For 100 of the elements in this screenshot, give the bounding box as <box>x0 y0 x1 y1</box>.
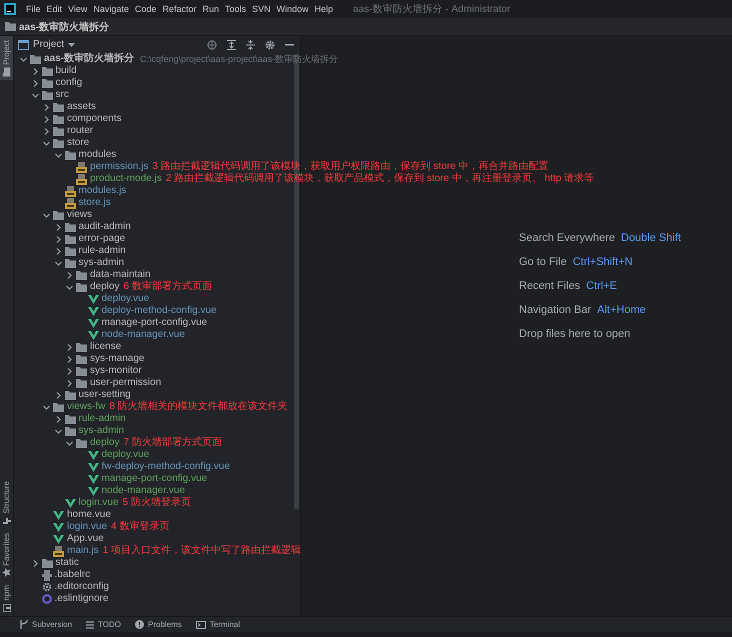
tree-item[interactable]: deploy.vue <box>102 449 150 461</box>
menu-item[interactable]: File <box>26 4 41 14</box>
tree-item[interactable]: build <box>56 65 77 77</box>
chevron-down-icon[interactable] <box>43 140 50 146</box>
tree-item[interactable]: static <box>56 557 79 569</box>
chevron-right-icon[interactable] <box>43 104 50 110</box>
chevron-right-icon[interactable] <box>32 80 38 86</box>
chevron-down-icon[interactable] <box>66 284 73 290</box>
chevron-down-icon[interactable] <box>66 440 73 446</box>
menu-item[interactable]: Navigate <box>93 4 129 14</box>
chevron-down-icon[interactable] <box>54 428 62 434</box>
chevron-down-icon[interactable] <box>32 92 38 98</box>
target-icon[interactable] <box>207 40 217 50</box>
tree-item[interactable]: aas-数审防火墙拆分 <box>44 53 134 65</box>
breadcrumb[interactable]: aas-数审防火墙拆分 <box>19 20 110 34</box>
chevron-right-icon[interactable] <box>66 272 73 278</box>
chevron-right-icon[interactable] <box>43 128 50 134</box>
tree-item[interactable]: views <box>67 209 92 221</box>
tree-item[interactable]: .editorconfig <box>54 581 109 593</box>
chevron-right-icon[interactable] <box>66 380 73 386</box>
menu-item[interactable]: SVN <box>252 4 270 14</box>
chevron-right-icon[interactable] <box>54 248 62 254</box>
chevron-down-icon[interactable] <box>43 404 50 410</box>
menu-item[interactable]: View <box>68 4 88 14</box>
menu-item[interactable]: Code <box>134 4 156 14</box>
menu-item[interactable]: Edit <box>46 4 62 14</box>
tree-item[interactable]: rule-admin <box>78 245 126 257</box>
tree-item[interactable]: src <box>56 89 69 101</box>
tree-item[interactable]: views-fw <box>67 401 106 413</box>
folder-icon <box>42 558 52 568</box>
tree-item[interactable]: sys-manage <box>90 353 144 365</box>
chevron-right-icon[interactable] <box>54 224 62 230</box>
tree-item[interactable]: node-manager.vue <box>102 329 185 341</box>
chevron-right-icon[interactable] <box>32 560 38 566</box>
tree-item[interactable]: login.vue <box>67 521 108 533</box>
chevron-right-icon[interactable] <box>54 236 62 242</box>
tool-window-button[interactable]: Subversion <box>20 620 72 629</box>
tree-item[interactable]: fw-deploy-method-config.vue <box>102 461 230 473</box>
chevron-right-icon[interactable] <box>66 344 73 350</box>
tool-window-button[interactable]: Problems <box>135 620 182 629</box>
tree-item[interactable]: main.js <box>67 545 99 557</box>
chevron-right-icon[interactable] <box>54 416 62 422</box>
tool-window-tab[interactable]: npm <box>0 581 13 616</box>
tree-item[interactable]: home.vue <box>67 509 111 521</box>
tree-item[interactable]: manage-port-config.vue <box>102 473 208 485</box>
tree-item[interactable]: router <box>67 125 94 137</box>
chevron-right-icon[interactable] <box>66 356 73 362</box>
chevron-right-icon[interactable] <box>32 68 38 74</box>
chevron-right-icon[interactable] <box>54 392 62 398</box>
tool-window-tab[interactable]: Favorites <box>0 528 13 582</box>
tree-item[interactable]: sys-monitor <box>90 365 142 377</box>
tree-item[interactable]: store.js <box>78 197 111 209</box>
tool-window-button[interactable]: Terminal <box>196 620 240 629</box>
tree-item[interactable]: login.vue <box>78 497 119 509</box>
tree-item[interactable]: store <box>67 137 90 149</box>
tree-item[interactable]: rule-admin <box>78 413 126 425</box>
tree-item[interactable]: license <box>90 341 122 353</box>
tool-window-tab[interactable]: Structure <box>0 477 13 529</box>
tree-item[interactable]: deploy-method-config.vue <box>102 305 217 317</box>
chevron-right-icon[interactable] <box>43 116 50 122</box>
tree-item[interactable]: sys-admin <box>78 257 124 269</box>
tool-window-button[interactable]: TODO <box>86 620 121 629</box>
project-tool-tab[interactable]: Project <box>0 36 13 80</box>
tree-item[interactable]: config <box>56 77 82 89</box>
tree-item[interactable]: user-permission <box>90 377 162 389</box>
tree-item[interactable]: .babelrc <box>54 569 90 581</box>
tree-item[interactable]: components <box>67 113 122 125</box>
menu-item[interactable]: Window <box>276 4 309 14</box>
chevron-down-icon[interactable] <box>54 260 62 266</box>
panel-title[interactable]: Project <box>33 39 64 50</box>
tree-item[interactable]: node-manager.vue <box>102 485 185 497</box>
collapse-all-icon[interactable] <box>246 40 255 50</box>
tree-item[interactable]: assets <box>67 101 96 113</box>
tree-item[interactable]: deploy.vue <box>102 293 150 305</box>
chevron-down-icon[interactable] <box>54 152 62 158</box>
tree-item[interactable]: modules.js <box>78 185 126 197</box>
tree-item[interactable]: audit-admin <box>78 221 131 233</box>
tree-item[interactable]: data-maintain <box>90 269 151 281</box>
tree-item[interactable]: product-mode.js <box>90 173 162 185</box>
tree-item[interactable]: .eslintignore <box>54 593 108 605</box>
tree-item[interactable]: App.vue <box>67 533 104 545</box>
menu-item[interactable]: Refactor <box>162 4 196 14</box>
menu-item[interactable]: Tools <box>224 4 246 14</box>
chevron-down-icon[interactable] <box>43 212 50 218</box>
tree-item[interactable]: manage-port-config.vue <box>102 317 208 329</box>
tree-item[interactable]: permission.js <box>90 161 148 173</box>
tree-item[interactable]: user-setting <box>78 389 131 401</box>
dropdown-caret-icon[interactable] <box>68 42 76 46</box>
minimize-icon[interactable] <box>285 44 294 46</box>
tree-item[interactable]: deploy <box>90 437 120 449</box>
chevron-down-icon[interactable] <box>20 56 27 62</box>
tree-item[interactable]: modules <box>78 149 116 161</box>
menu-item[interactable]: Run <box>202 4 219 14</box>
tree-item[interactable]: error-page <box>78 233 126 245</box>
settings-icon[interactable] <box>265 40 275 50</box>
expand-all-icon[interactable] <box>227 40 236 50</box>
tree-item[interactable]: sys-admin <box>78 425 124 437</box>
chevron-right-icon[interactable] <box>66 368 73 374</box>
menu-item[interactable]: Help <box>314 4 334 14</box>
tree-item[interactable]: deploy <box>90 281 120 293</box>
